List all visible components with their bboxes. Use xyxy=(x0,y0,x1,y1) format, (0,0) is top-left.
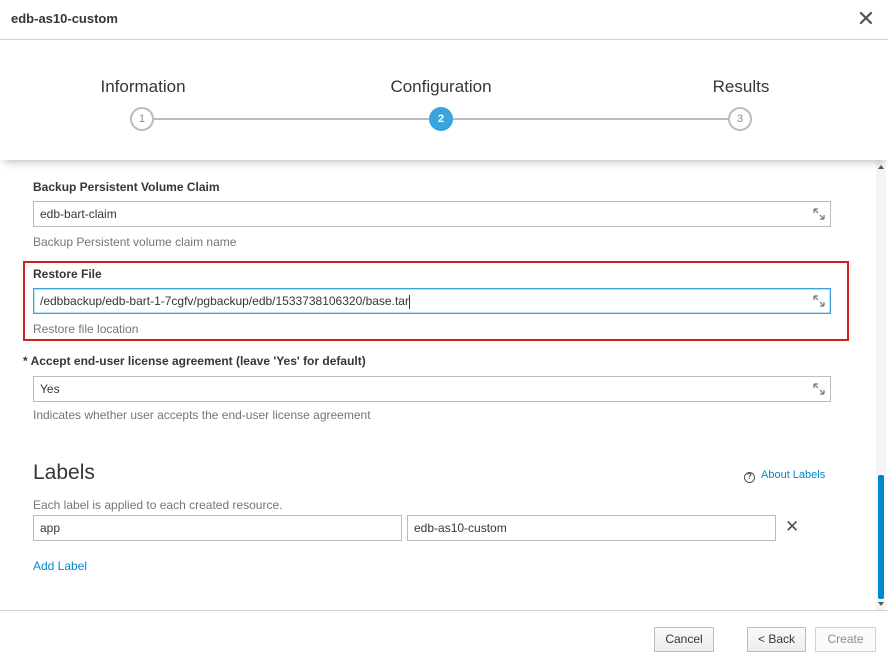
eula-value: Yes xyxy=(40,382,60,396)
labels-heading: Labels xyxy=(33,461,95,484)
about-labels-link[interactable]: ? About Labels xyxy=(744,469,825,483)
step-connector xyxy=(453,118,728,120)
scroll-down-icon[interactable] xyxy=(877,600,885,608)
restore-file-input[interactable]: /edbbackup/edb-bart-1-7cgfv/pgbackup/edb… xyxy=(33,288,831,314)
backup-pvc-label: Backup Persistent Volume Claim xyxy=(33,180,220,194)
label-value-input[interactable]: edb-as10-custom xyxy=(407,515,776,541)
question-circle-icon: ? xyxy=(744,472,755,483)
add-label-link[interactable]: Add Label xyxy=(33,559,87,573)
label-value-value: edb-as10-custom xyxy=(414,521,507,535)
cancel-button[interactable]: Cancel xyxy=(654,627,714,652)
label-key-value: app xyxy=(40,521,61,535)
expand-icon[interactable] xyxy=(813,208,825,220)
eula-label-text: Accept end-user license agreement (leave… xyxy=(30,354,366,368)
modal-body: Backup Persistent Volume Claim edb-bart-… xyxy=(0,160,888,610)
step-label-information[interactable]: Information xyxy=(100,77,185,97)
modal-title: edb-as10-custom xyxy=(11,11,118,26)
expand-icon[interactable] xyxy=(813,383,825,395)
backup-pvc-input[interactable]: edb-bart-claim xyxy=(33,201,831,227)
close-icon[interactable]: ✕ xyxy=(856,8,876,30)
step-label-results[interactable]: Results xyxy=(713,77,770,97)
back-button[interactable]: < Back xyxy=(747,627,806,652)
scroll-up-icon[interactable] xyxy=(877,163,885,171)
eula-label: * Accept end-user license agreement (lea… xyxy=(23,354,366,368)
step-circle-1[interactable]: 1 xyxy=(130,107,154,131)
modal-footer: Cancel < Back Create xyxy=(0,610,888,670)
restore-file-label: Restore File xyxy=(33,267,102,281)
expand-icon[interactable] xyxy=(813,295,825,307)
wizard-modal: edb-as10-custom ✕ Information 1 Configur… xyxy=(0,0,888,670)
backup-pvc-help: Backup Persistent volume claim name xyxy=(33,235,237,249)
label-key-input[interactable]: app xyxy=(33,515,402,541)
create-button[interactable]: Create xyxy=(815,627,876,652)
eula-input[interactable]: Yes xyxy=(33,376,831,402)
modal-header: edb-as10-custom ✕ xyxy=(0,0,888,40)
step-circle-3[interactable]: 3 xyxy=(728,107,752,131)
step-label-configuration[interactable]: Configuration xyxy=(390,77,491,97)
step-circle-2[interactable]: 2 xyxy=(429,107,453,131)
restore-file-value: /edbbackup/edb-bart-1-7cgfv/pgbackup/edb… xyxy=(40,294,409,308)
text-cursor xyxy=(408,294,410,309)
restore-file-help: Restore file location xyxy=(33,322,139,336)
step-connector xyxy=(154,118,429,120)
labels-help: Each label is applied to each created re… xyxy=(33,498,283,512)
eula-help: Indicates whether user accepts the end-u… xyxy=(33,408,371,422)
required-marker: * xyxy=(23,354,28,368)
about-labels-text: About Labels xyxy=(761,469,826,481)
backup-pvc-value: edb-bart-claim xyxy=(40,207,117,221)
remove-label-icon[interactable]: ✕ xyxy=(785,518,799,535)
wizard-steps: Information 1 Configuration 2 Results 3 xyxy=(0,41,888,160)
scrollbar-thumb[interactable] xyxy=(878,475,884,599)
